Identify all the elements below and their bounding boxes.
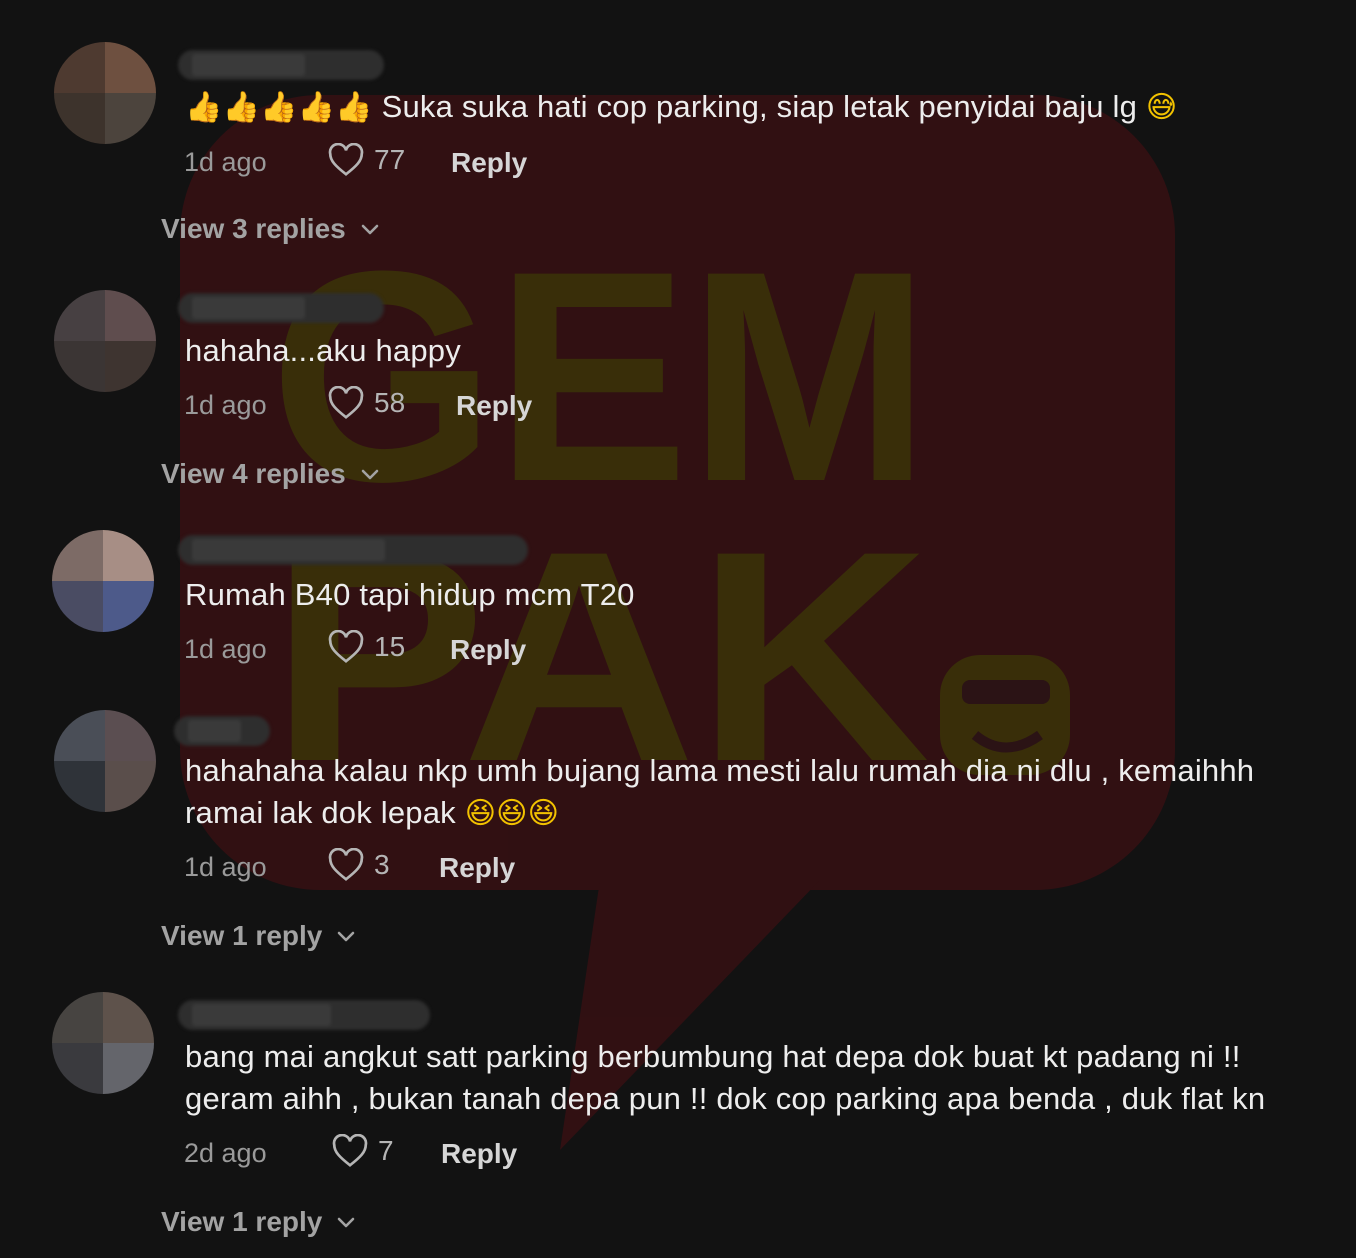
view-replies-button[interactable]: View 4 replies: [161, 458, 380, 490]
timestamp: 2d ago: [184, 1138, 267, 1168]
like-button[interactable]: 3: [328, 848, 390, 882]
username-blurred[interactable]: [178, 50, 384, 80]
comment-text: bang mai angkut satt parking berbumbung …: [185, 1039, 1266, 1116]
thumbs-up-emoji: 👍👍👍👍👍: [185, 90, 373, 125]
like-count: 77: [374, 144, 406, 175]
reply-button[interactable]: Reply: [451, 147, 527, 179]
chevron-down-icon: [338, 1217, 355, 1228]
like-button[interactable]: 58: [328, 386, 405, 420]
comment-text: 👍👍👍👍👍 Suka suka hati cop parking, siap l…: [185, 89, 1178, 125]
username-blurred[interactable]: [178, 535, 528, 565]
username-blurred[interactable]: [174, 716, 270, 746]
comment-text: hahahaha kalau nkp umh bujang lama mesti…: [185, 753, 1255, 831]
grinning-sweat-emoji: 😅: [1145, 90, 1178, 125]
heart-icon: [328, 848, 364, 881]
avatar[interactable]: [52, 530, 154, 632]
timestamp: 1d ago: [184, 390, 267, 420]
view-replies-button[interactable]: View 3 replies: [161, 213, 380, 245]
chevron-down-icon: [361, 469, 379, 480]
timestamp: 1d ago: [184, 852, 267, 882]
avatar[interactable]: [54, 42, 156, 144]
like-button[interactable]: 77: [328, 143, 405, 177]
view-replies-button[interactable]: View 1 reply: [161, 920, 356, 952]
timestamp: 1d ago: [184, 634, 267, 664]
laughing-emoji: 😆😆😆: [464, 796, 560, 831]
username-blurred[interactable]: [178, 293, 384, 323]
avatar[interactable]: [54, 290, 156, 392]
reply-button[interactable]: Reply: [450, 634, 526, 666]
watermark-line1: GEM: [270, 208, 930, 544]
reply-button[interactable]: Reply: [456, 390, 532, 422]
heart-icon: [328, 630, 364, 663]
reply-button[interactable]: Reply: [441, 1138, 517, 1170]
timestamp: 1d ago: [184, 147, 267, 177]
reply-button[interactable]: Reply: [439, 852, 515, 884]
comment-text: hahaha...aku happy: [185, 333, 461, 368]
like-button[interactable]: 7: [332, 1134, 394, 1168]
avatar[interactable]: [52, 992, 154, 1094]
heart-icon: [328, 143, 364, 176]
comment-text: Rumah B40 tapi hidup mcm T20: [185, 577, 635, 612]
chevron-down-icon: [361, 224, 379, 235]
username-blurred[interactable]: [178, 1000, 430, 1030]
view-replies-button[interactable]: View 1 reply: [161, 1206, 356, 1238]
chevron-down-icon: [338, 931, 355, 942]
heart-icon: [328, 386, 364, 419]
like-count: 58: [374, 387, 406, 418]
like-count: 15: [374, 631, 406, 662]
heart-icon: [332, 1134, 368, 1167]
like-count: 7: [378, 1135, 394, 1166]
like-button[interactable]: 15: [328, 630, 405, 664]
avatar[interactable]: [54, 710, 156, 812]
like-count: 3: [374, 849, 390, 880]
